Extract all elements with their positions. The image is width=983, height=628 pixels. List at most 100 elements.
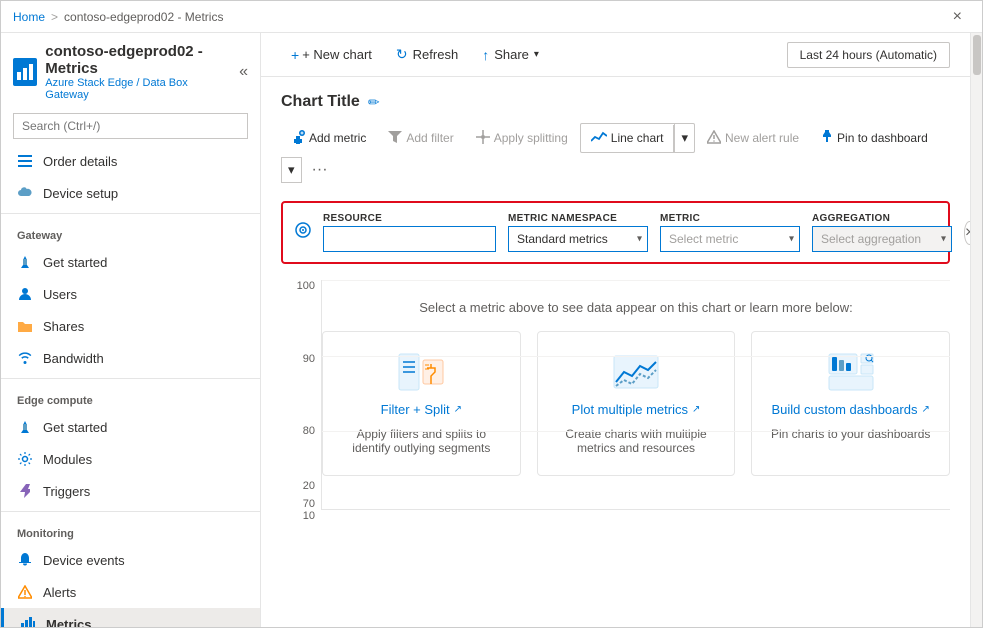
sidebar-item-triggers[interactable]: Triggers — [1, 475, 260, 507]
pin-dropdown[interactable]: ▾ — [281, 157, 302, 183]
add-metric-button[interactable]: Add metric — [281, 124, 376, 153]
rocket-icon — [17, 254, 33, 270]
sidebar-icon — [13, 58, 37, 86]
y-label-20: 20 — [303, 480, 315, 492]
more-options-button[interactable]: ··· — [304, 155, 336, 185]
resource-input[interactable]: contoso-edgeprod02 — [323, 226, 496, 252]
sidebar-item-modules[interactable]: Modules — [1, 443, 260, 475]
right-scrollbar[interactable] — [970, 33, 982, 627]
aggregation-field: AGGREGATION Select aggregation — [812, 213, 952, 252]
chart-title-row: Chart Title ✏ — [281, 93, 950, 111]
new-chart-label: + New chart — [302, 47, 372, 62]
plot-metrics-image — [612, 352, 660, 392]
breadcrumb-home[interactable]: Home — [13, 10, 45, 24]
grid-line — [322, 280, 950, 281]
share-dropdown-icon: ▾ — [534, 49, 539, 60]
new-alert-rule-label: New alert rule — [725, 131, 799, 145]
refresh-button[interactable]: ↻ Refresh — [386, 41, 468, 68]
add-filter-button[interactable]: Add filter — [378, 125, 463, 152]
new-chart-button[interactable]: + + New chart — [281, 42, 382, 68]
bell-icon — [17, 552, 33, 568]
cloud-icon — [17, 185, 33, 201]
scrollbar-thumb[interactable] — [973, 35, 981, 75]
sidebar-item-metrics[interactable]: Metrics — [1, 608, 260, 627]
sidebar-item-label: Users — [43, 287, 77, 302]
aggregation-select-wrapper: Select aggregation — [812, 226, 952, 252]
info-card-filter-split[interactable]: Filter + Split ↗ Apply filters and split… — [322, 331, 521, 476]
chart-toolbar: Add metric Add filter Apply splitting — [281, 123, 950, 185]
sidebar-item-label: Shares — [43, 319, 84, 334]
sidebar-collapse-button[interactable]: « — [239, 63, 248, 81]
line-chart-button[interactable]: Line chart — [581, 125, 675, 152]
namespace-label: METRIC NAMESPACE — [508, 213, 648, 224]
sidebar-subtitle: Azure Stack Edge / Data Box Gateway — [45, 77, 231, 101]
apply-splitting-label: Apply splitting — [494, 131, 568, 145]
namespace-select-wrapper: Standard metrics — [508, 226, 648, 252]
rocket-icon2 — [17, 419, 33, 435]
section-label-monitoring: Monitoring — [1, 516, 260, 544]
external-link-icon: ↗ — [454, 404, 462, 415]
new-alert-rule-button[interactable]: New alert rule — [697, 124, 809, 153]
chart-type-group: Line chart ▾ — [580, 123, 695, 153]
pin-to-dashboard-label: Pin to dashboard — [837, 131, 928, 145]
aggregation-label: AGGREGATION — [812, 213, 952, 224]
nav-divider — [1, 213, 260, 214]
sidebar-item-device-setup[interactable]: Device setup — [1, 177, 260, 209]
add-metric-icon — [291, 130, 305, 147]
split-icon — [476, 130, 490, 147]
sidebar-item-label: Alerts — [43, 585, 76, 600]
info-card-dashboards[interactable]: Build custom dashboards ↗ Pin charts to … — [751, 331, 950, 476]
namespace-select[interactable]: Standard metrics — [508, 226, 648, 252]
info-card-plot-metrics[interactable]: Plot multiple metrics ↗ Create charts wi… — [537, 331, 736, 476]
metric-field: METRIC Select metric — [660, 213, 800, 252]
main-layout: contoso-edgeprod02 - Metrics Azure Stack… — [1, 33, 982, 627]
sidebar-item-alerts[interactable]: Alerts — [1, 576, 260, 608]
nav-divider — [1, 511, 260, 512]
sidebar-item-label: Order details — [43, 154, 117, 169]
info-cards: Filter + Split ↗ Apply filters and split… — [322, 331, 950, 476]
y-axis-lower: 20 — [281, 480, 321, 492]
add-metric-label: Add metric — [309, 131, 366, 145]
sidebar-item-order-details[interactable]: Order details — [1, 145, 260, 177]
share-button[interactable]: ↑ Share ▾ — [472, 42, 549, 68]
namespace-field: METRIC NAMESPACE Standard metrics — [508, 213, 648, 252]
metric-select[interactable]: Select metric — [660, 226, 800, 252]
edit-title-icon[interactable]: ✏ — [368, 94, 380, 111]
list-icon — [17, 153, 33, 169]
wifi-icon — [17, 350, 33, 366]
search-input[interactable] — [13, 113, 248, 139]
sidebar-item-label: Metrics — [46, 617, 92, 628]
filter-split-image — [397, 352, 445, 392]
filter-icon — [388, 131, 402, 146]
sidebar-item-get-started-ec[interactable]: Get started — [1, 411, 260, 443]
sidebar-item-users[interactable]: Users — [1, 278, 260, 310]
filter-split-title: Filter + Split ↗ — [381, 402, 462, 417]
pin-to-dashboard-button[interactable]: Pin to dashboard — [811, 124, 938, 153]
grid-line — [322, 431, 950, 432]
aggregation-select[interactable]: Select aggregation — [812, 226, 952, 252]
y-label-80: 80 — [303, 425, 315, 437]
chart-type-dropdown[interactable]: ▾ — [674, 124, 694, 152]
grid-line — [322, 356, 950, 357]
sidebar-item-label: Device events — [43, 553, 125, 568]
apply-splitting-button[interactable]: Apply splitting — [466, 124, 578, 153]
metric-row: RESOURCE contoso-edgeprod02 METRIC NAMES… — [281, 201, 950, 264]
info-prompt: Select a metric above to see data appear… — [322, 300, 950, 315]
window-close-button[interactable]: × — [945, 4, 970, 30]
line-chart-label: Line chart — [611, 131, 664, 145]
y-label-10: 10 — [303, 510, 315, 522]
sidebar-item-label: Triggers — [43, 484, 90, 499]
app-window: Home > contoso-edgeprod02 - Metrics × co… — [0, 0, 983, 628]
sidebar-item-bandwidth[interactable]: Bandwidth — [1, 342, 260, 374]
dashboards-image — [827, 352, 875, 392]
search-container — [1, 107, 260, 145]
sidebar-item-shares[interactable]: Shares — [1, 310, 260, 342]
y-label-90: 90 — [303, 353, 315, 365]
y-axis-10: 10 — [281, 510, 321, 522]
time-range-button[interactable]: Last 24 hours (Automatic) — [787, 42, 950, 68]
chart-graph: 100 90 80 70 Select a metric above to se… — [281, 280, 950, 540]
alert-rule-icon — [707, 130, 721, 147]
sidebar-item-device-events[interactable]: Device events — [1, 544, 260, 576]
sidebar-item-get-started-gw[interactable]: Get started — [1, 246, 260, 278]
gear-icon — [17, 451, 33, 467]
